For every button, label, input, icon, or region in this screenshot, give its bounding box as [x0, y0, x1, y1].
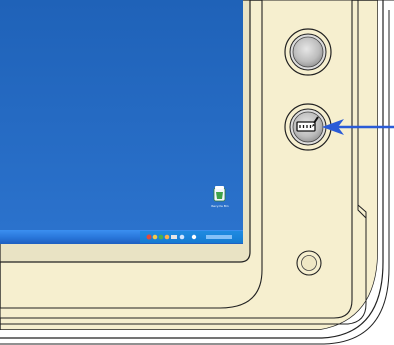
keyboard-icon[interactable] — [171, 235, 177, 239]
security-icon[interactable] — [158, 234, 164, 240]
pen-icon[interactable] — [179, 234, 185, 240]
network-icon[interactable] — [146, 234, 152, 240]
volume-icon[interactable] — [152, 234, 158, 240]
recycle-bin-icon[interactable] — [213, 186, 226, 202]
tablet-screenshot: Recycle Bin — [0, 0, 394, 345]
desktop-area[interactable] — [0, 0, 243, 230]
info-icon[interactable] — [191, 234, 197, 240]
top-round-button[interactable] — [284, 28, 332, 76]
recycle-bin-label: Recycle Bin — [211, 204, 229, 208]
small-round-button[interactable] — [296, 250, 322, 276]
power-icon[interactable] — [164, 234, 170, 240]
tablet-device — [0, 0, 394, 345]
clock-area[interactable] — [206, 235, 232, 239]
